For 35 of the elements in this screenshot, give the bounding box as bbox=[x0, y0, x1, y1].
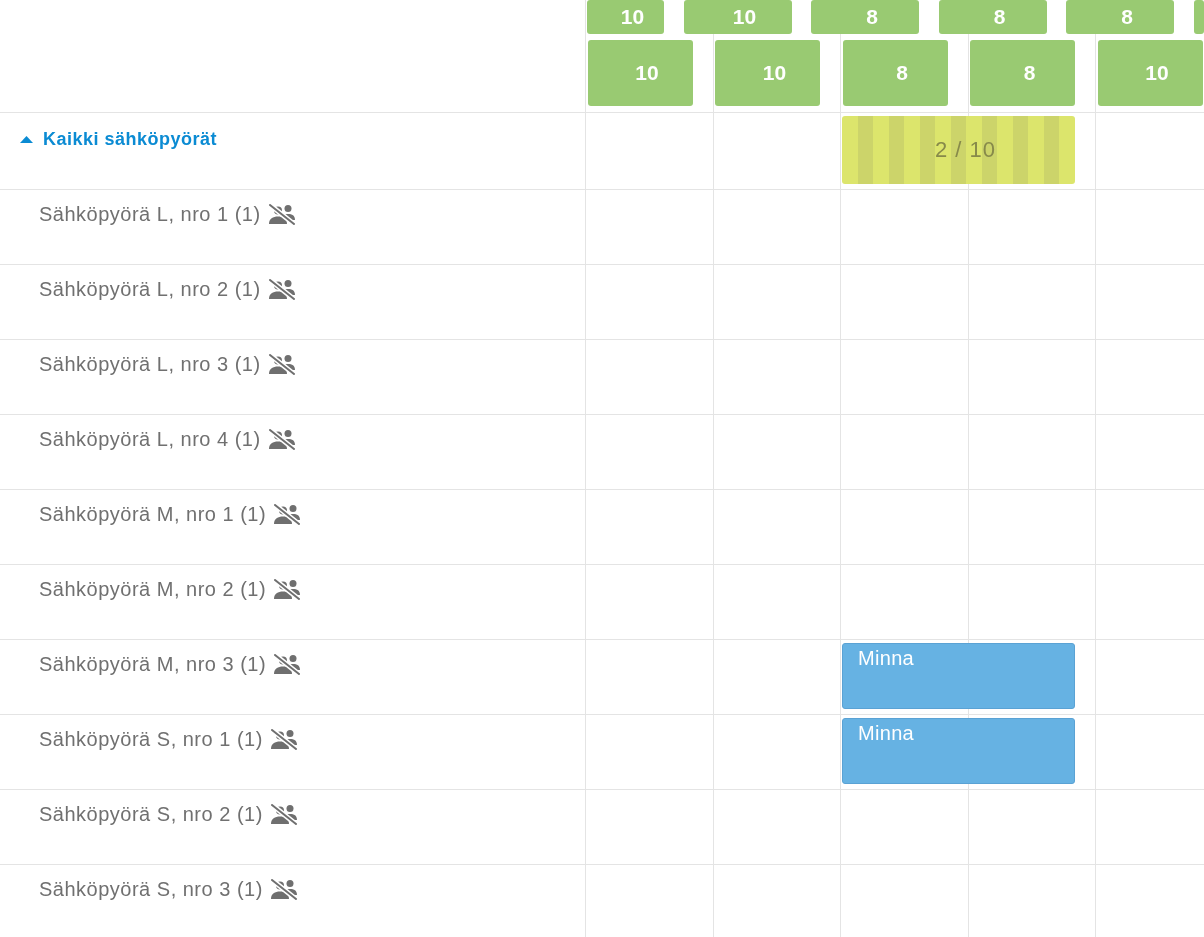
resource-name: Sähköpyörä S, nro 1 (1) bbox=[39, 728, 263, 750]
capacity-tile: 8 bbox=[811, 0, 919, 34]
capacity-tile: 8 bbox=[842, 40, 948, 106]
group-toggle[interactable]: Kaikki sähköpyörät bbox=[20, 128, 218, 150]
capacity-tile bbox=[1193, 0, 1204, 34]
resource-name: Sähköpyörä M, nro 2 (1) bbox=[39, 578, 267, 600]
resource-name: Sähköpyörä S, nro 3 (1) bbox=[39, 878, 263, 900]
people-slash-icon bbox=[267, 428, 296, 450]
capacity-tile: 8 bbox=[1066, 0, 1174, 34]
resource-name: Sähköpyörä L, nro 4 (1) bbox=[39, 428, 261, 450]
capacity-tile: 10 bbox=[715, 40, 820, 106]
people-slash-icon bbox=[269, 878, 298, 900]
booking-bar[interactable]: Minna bbox=[842, 643, 1075, 709]
people-slash-icon bbox=[273, 503, 302, 525]
people-slash-icon bbox=[267, 278, 296, 300]
resource-name: Sähköpyörä M, nro 1 (1) bbox=[39, 503, 267, 525]
booking-bar[interactable]: Minna bbox=[842, 718, 1075, 784]
resource-name: Sähköpyörä S, nro 2 (1) bbox=[39, 803, 263, 825]
people-slash-icon bbox=[267, 353, 296, 375]
capacity-tile: 10 bbox=[683, 0, 792, 34]
resource-name: Sähköpyörä L, nro 1 (1) bbox=[39, 203, 261, 225]
people-slash-icon bbox=[273, 578, 302, 600]
people-slash-icon bbox=[269, 803, 298, 825]
resource-name: Sähköpyörä L, nro 2 (1) bbox=[39, 278, 261, 300]
people-slash-icon bbox=[269, 728, 298, 750]
capacity-tile: 8 bbox=[970, 40, 1075, 106]
people-slash-icon bbox=[273, 653, 302, 675]
capacity-tile: 8 bbox=[938, 0, 1047, 34]
capacity-tile: 10 bbox=[587, 40, 693, 106]
capacity-tile: 10 bbox=[1097, 40, 1203, 106]
availability-bar: 2 / 10 bbox=[842, 116, 1075, 184]
capacity-tile: 10 bbox=[587, 0, 664, 34]
resource-name: Sähköpyörä L, nro 3 (1) bbox=[39, 353, 261, 375]
resource-name: Sähköpyörä M, nro 3 (1) bbox=[39, 653, 267, 675]
people-slash-icon bbox=[267, 203, 296, 225]
